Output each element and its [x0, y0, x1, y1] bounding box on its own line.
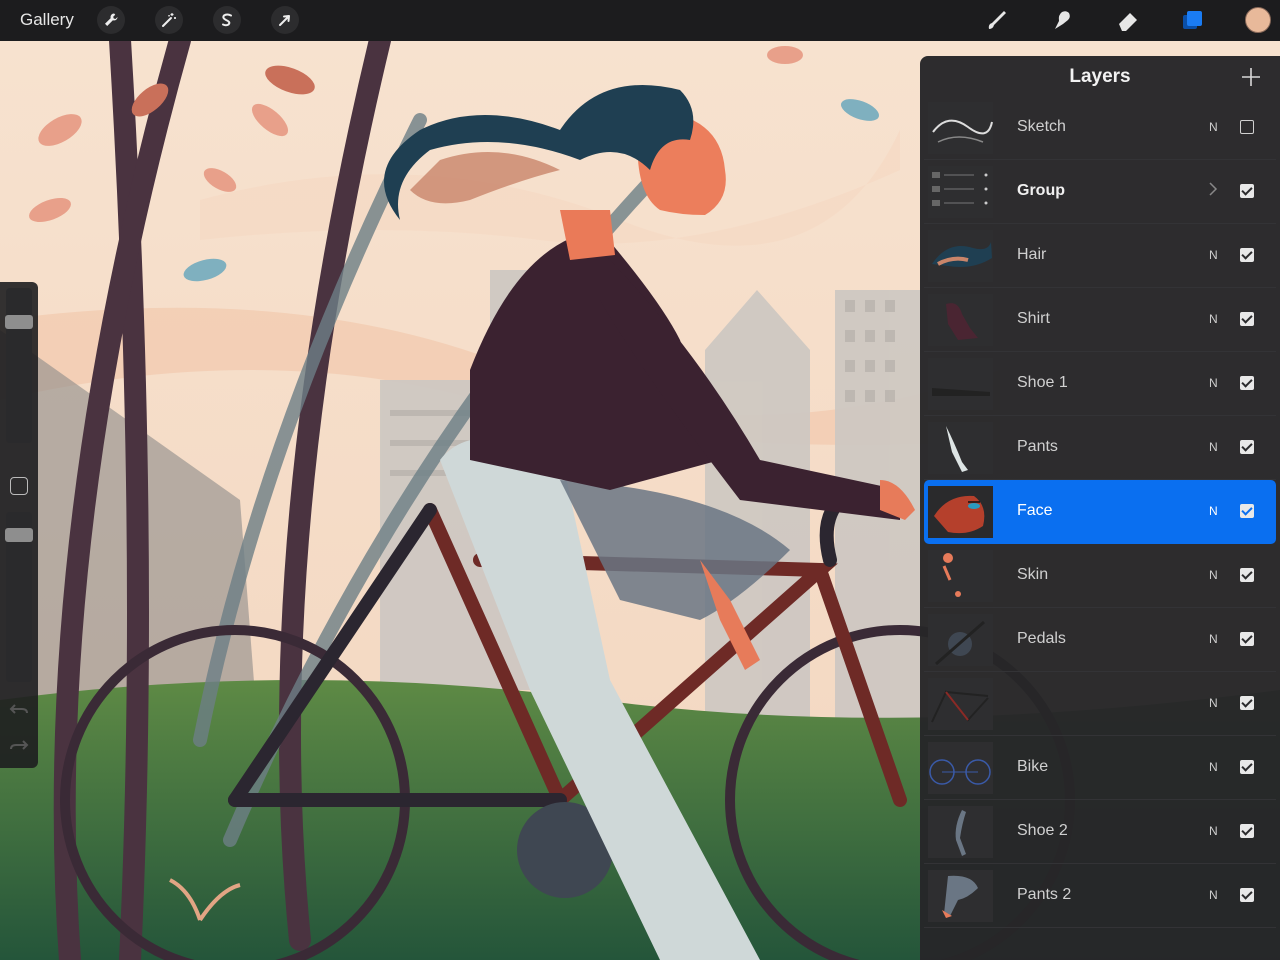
smudge-icon [1055, 11, 1070, 29]
gallery-button[interactable]: Gallery [20, 10, 74, 30]
layer-visibility-checkbox[interactable] [1240, 248, 1254, 262]
layer-row[interactable]: Shoe 1 N [924, 352, 1276, 416]
layer-thumbnail [928, 166, 993, 218]
blend-mode-button[interactable]: N [1209, 312, 1218, 326]
arrow-cursor-icon [279, 15, 290, 26]
blend-mode-button[interactable]: N [1209, 376, 1218, 390]
layer-thumbnail [928, 230, 993, 282]
layer-name: Pants [1017, 438, 1058, 455]
layer-name: Sketch [1017, 118, 1066, 135]
layer-visibility-checkbox[interactable] [1240, 184, 1254, 198]
modify-button[interactable] [10, 477, 28, 495]
blend-mode-button[interactable]: N [1209, 824, 1218, 838]
layer-thumbnail [928, 614, 993, 666]
layer-row[interactable]: Pants 2 N [924, 864, 1276, 928]
top-toolbar: Gallery [0, 0, 1280, 41]
layer-thumbnail [928, 678, 993, 730]
layer-thumbnail [928, 742, 993, 794]
layer-row[interactable]: N [924, 672, 1276, 736]
adjustments-button[interactable] [155, 6, 183, 34]
layer-name: Hair [1017, 246, 1047, 263]
layer-thumbnail [928, 806, 993, 858]
layer-visibility-checkbox[interactable] [1240, 312, 1254, 326]
brush-size-thumb[interactable] [5, 315, 33, 329]
blend-mode-button[interactable]: N [1209, 440, 1218, 454]
redo-icon[interactable] [9, 738, 29, 754]
layer-row[interactable]: Shirt N [924, 288, 1276, 352]
layer-visibility-checkbox[interactable] [1240, 376, 1254, 390]
layer-thumbnail [928, 294, 993, 346]
layer-visibility-checkbox[interactable] [1240, 888, 1254, 902]
layer-name: Face [1017, 502, 1053, 519]
transform-button[interactable] [271, 6, 299, 34]
blend-mode-button[interactable]: N [1209, 888, 1218, 902]
plus-icon[interactable] [1240, 66, 1262, 88]
layer-thumbnail [928, 422, 993, 474]
layer-name: Shoe 2 [1017, 822, 1068, 839]
layer-thumbnail [928, 870, 993, 922]
layer-row[interactable]: Shoe 2 N [924, 800, 1276, 864]
layer-thumbnail [928, 102, 993, 154]
brush-icon [988, 11, 1006, 29]
undo-icon[interactable] [9, 702, 29, 718]
blend-mode-button[interactable]: N [1209, 760, 1218, 774]
layer-name: Pedals [1017, 630, 1066, 647]
layer-row[interactable]: Skin N [924, 544, 1276, 608]
layer-row[interactable]: Sketch N [924, 96, 1276, 160]
layer-visibility-checkbox[interactable] [1240, 632, 1254, 646]
layer-thumbnail [928, 358, 993, 410]
layer-row[interactable]: Pants N [924, 416, 1276, 480]
layer-name: Skin [1017, 566, 1049, 583]
layers-panel-title: Layers [1069, 66, 1131, 87]
left-sidebar [0, 282, 38, 768]
layer-row[interactable]: Bike N [924, 736, 1276, 800]
layer-row[interactable]: Group [924, 160, 1276, 224]
brush-size-slider[interactable] [5, 288, 33, 443]
opacity-slider[interactable] [5, 512, 33, 682]
blend-mode-button[interactable]: N [1209, 248, 1218, 262]
selection-button[interactable] [213, 6, 241, 34]
magic-wand-icon [162, 13, 176, 27]
layer-visibility-checkbox[interactable] [1240, 568, 1254, 582]
wrench-icon [105, 13, 118, 26]
layer-visibility-checkbox[interactable] [1240, 760, 1254, 774]
blend-mode-button[interactable]: N [1209, 632, 1218, 646]
layers-icon [1183, 11, 1202, 29]
actions-button[interactable] [97, 6, 125, 34]
opacity-thumb[interactable] [5, 528, 33, 542]
layer-name: Group [1017, 182, 1065, 199]
layer-visibility-checkbox[interactable] [1240, 440, 1254, 454]
selection-s-icon [222, 13, 232, 27]
layer-visibility-checkbox[interactable] [1240, 120, 1254, 134]
layer-name: Bike [1017, 758, 1049, 775]
blend-mode-button[interactable]: N [1209, 568, 1218, 582]
layer-thumbnail [928, 550, 993, 602]
layer-visibility-checkbox[interactable] [1240, 504, 1254, 518]
eraser-icon [1119, 13, 1137, 31]
smudge-tool[interactable] [1047, 5, 1077, 35]
layers-panel: Layers Sketch N Group Hair N Shirt N Shoe 1 N Pan… [920, 56, 1280, 960]
blend-mode-button[interactable]: N [1209, 120, 1218, 134]
layer-row[interactable]: Face N [924, 480, 1276, 544]
blend-mode-button[interactable]: N [1209, 696, 1218, 710]
blend-mode-button[interactable]: N [1209, 504, 1218, 518]
layer-thumbnail [928, 486, 993, 538]
layer-row[interactable]: Pedals N [924, 608, 1276, 672]
chevron-right-icon[interactable] [1208, 182, 1218, 196]
layer-row[interactable]: Hair N [924, 224, 1276, 288]
layer-name: Shirt [1017, 310, 1050, 327]
brush-tool[interactable] [982, 5, 1012, 35]
layer-visibility-checkbox[interactable] [1240, 824, 1254, 838]
layers-tool[interactable] [1178, 5, 1208, 35]
color-picker-swatch[interactable] [1245, 7, 1271, 33]
eraser-tool[interactable] [1113, 5, 1143, 35]
layer-name: Pants 2 [1017, 886, 1072, 903]
layer-visibility-checkbox[interactable] [1240, 696, 1254, 710]
layer-name: Shoe 1 [1017, 374, 1068, 391]
